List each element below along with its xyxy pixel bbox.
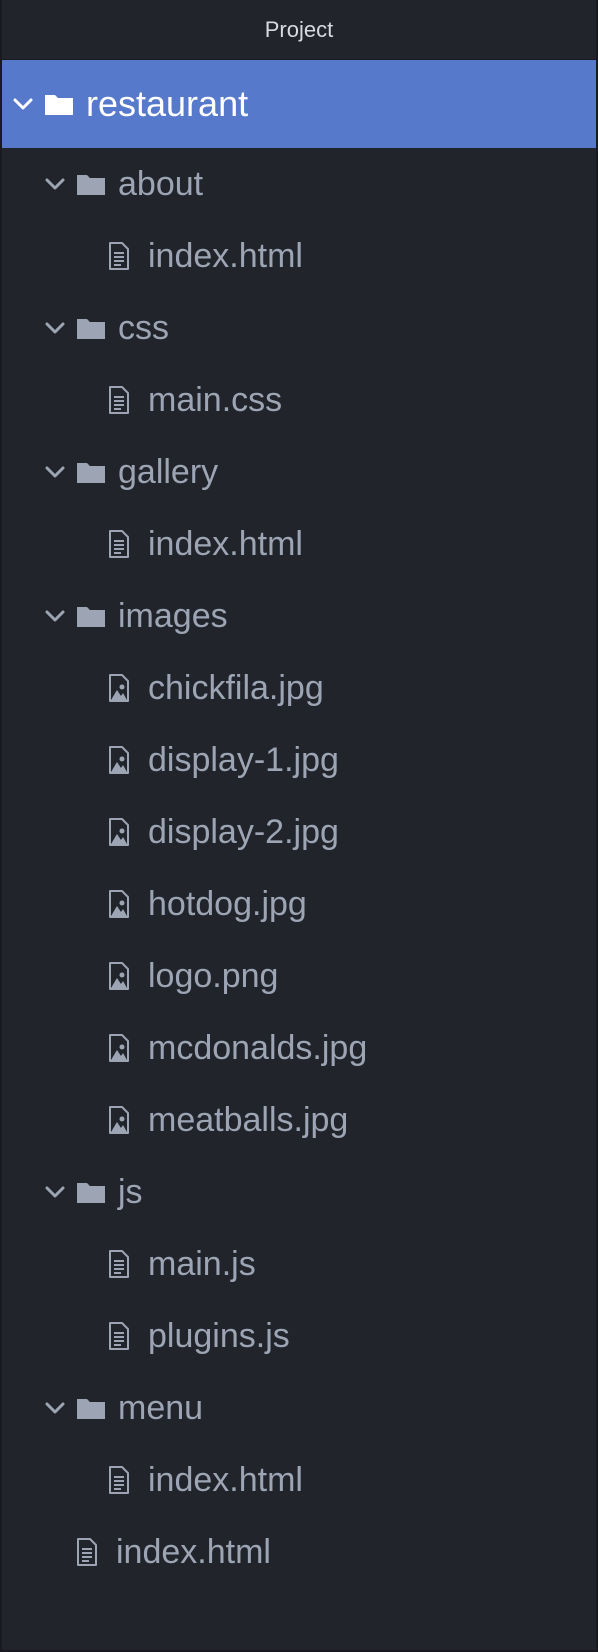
tree-item-gallery-index-html[interactable]: index.html: [2, 508, 596, 580]
folder-icon: [76, 1396, 106, 1420]
tree-item-menu[interactable]: menu: [2, 1372, 596, 1444]
tree-item-label: logo.png: [148, 957, 279, 995]
tree-item-mcdonalds-jpg[interactable]: mcdonalds.jpg: [2, 1012, 596, 1084]
tree-item-label: main.js: [148, 1245, 256, 1283]
tree-item-label: css: [118, 309, 169, 347]
image-file-icon: [108, 890, 130, 918]
tree-item-display-1-jpg[interactable]: display-1.jpg: [2, 724, 596, 796]
file-text-icon: [76, 1538, 98, 1566]
tree-item-label: display-2.jpg: [148, 813, 339, 851]
tree-item-js[interactable]: js: [2, 1156, 596, 1228]
tree-item-label: chickfila.jpg: [148, 669, 324, 707]
tree-item-css[interactable]: css: [2, 292, 596, 364]
chevron-down-icon[interactable]: [42, 171, 68, 197]
tree-item-label: mcdonalds.jpg: [148, 1029, 368, 1067]
tree-item-label: menu: [118, 1389, 204, 1427]
folder-icon: [76, 172, 106, 196]
chevron-down-icon[interactable]: [42, 603, 68, 629]
folder-icon: [76, 460, 106, 484]
tree-item-display-2-jpg[interactable]: display-2.jpg: [2, 796, 596, 868]
tree-item-label: meatballs.jpg: [148, 1101, 349, 1139]
tree-item-label: main.css: [148, 381, 283, 419]
tree-item-label: about: [118, 165, 204, 203]
folder-icon: [76, 316, 106, 340]
chevron-down-icon[interactable]: [42, 1179, 68, 1205]
image-file-icon: [108, 962, 130, 990]
tree-item-about[interactable]: about: [2, 148, 596, 220]
chevron-down-icon[interactable]: [10, 91, 36, 117]
tree-item-about-index-html[interactable]: index.html: [2, 220, 596, 292]
tree-item-label: display-1.jpg: [148, 741, 339, 779]
tree-item-label: index.html: [116, 1533, 271, 1571]
folder-icon: [44, 92, 74, 116]
tree-item-label: plugins.js: [148, 1317, 290, 1355]
tree-item-label: js: [118, 1173, 143, 1211]
folder-icon: [76, 604, 106, 628]
folder-icon: [76, 1180, 106, 1204]
image-file-icon: [108, 1106, 130, 1134]
tree-item-label: index.html: [148, 237, 303, 275]
image-file-icon: [108, 746, 130, 774]
image-file-icon: [108, 818, 130, 846]
chevron-down-icon[interactable]: [42, 315, 68, 341]
tree-item-images[interactable]: images: [2, 580, 596, 652]
tree-item-gallery[interactable]: gallery: [2, 436, 596, 508]
tree-item-hotdog-jpg[interactable]: hotdog.jpg: [2, 868, 596, 940]
image-file-icon: [108, 1034, 130, 1062]
tree-item-label: index.html: [148, 525, 303, 563]
tree-item-main-css[interactable]: main.css: [2, 364, 596, 436]
tree-item-label: gallery: [118, 453, 219, 491]
tree-item-meatballs-jpg[interactable]: meatballs.jpg: [2, 1084, 596, 1156]
tree-item-main-js[interactable]: main.js: [2, 1228, 596, 1300]
file-text-icon: [108, 242, 130, 270]
image-file-icon: [108, 674, 130, 702]
file-text-icon: [108, 1250, 130, 1278]
tree-item-chickfila-jpg[interactable]: chickfila.jpg: [2, 652, 596, 724]
tree-item-label: restaurant: [86, 83, 249, 124]
file-text-icon: [108, 530, 130, 558]
tree-item-menu-index-html[interactable]: index.html: [2, 1444, 596, 1516]
file-tree: restaurant about index.html css main.css gall…: [2, 60, 596, 1588]
project-panel: Project restaurant about index.html css main…: [0, 0, 598, 1652]
tree-item-label: hotdog.jpg: [148, 885, 307, 923]
tree-item-plugins-js[interactable]: plugins.js: [2, 1300, 596, 1372]
tree-item-restaurant[interactable]: restaurant: [2, 60, 596, 148]
tree-item-logo-png[interactable]: logo.png: [2, 940, 596, 1012]
tree-item-label: images: [118, 597, 228, 635]
chevron-down-icon[interactable]: [42, 459, 68, 485]
chevron-down-icon[interactable]: [42, 1395, 68, 1421]
file-text-icon: [108, 1322, 130, 1350]
panel-title: Project: [2, 0, 596, 60]
file-text-icon: [108, 1466, 130, 1494]
tree-item-label: index.html: [148, 1461, 303, 1499]
tree-item-root-index-html[interactable]: index.html: [2, 1516, 596, 1588]
file-text-icon: [108, 386, 130, 414]
